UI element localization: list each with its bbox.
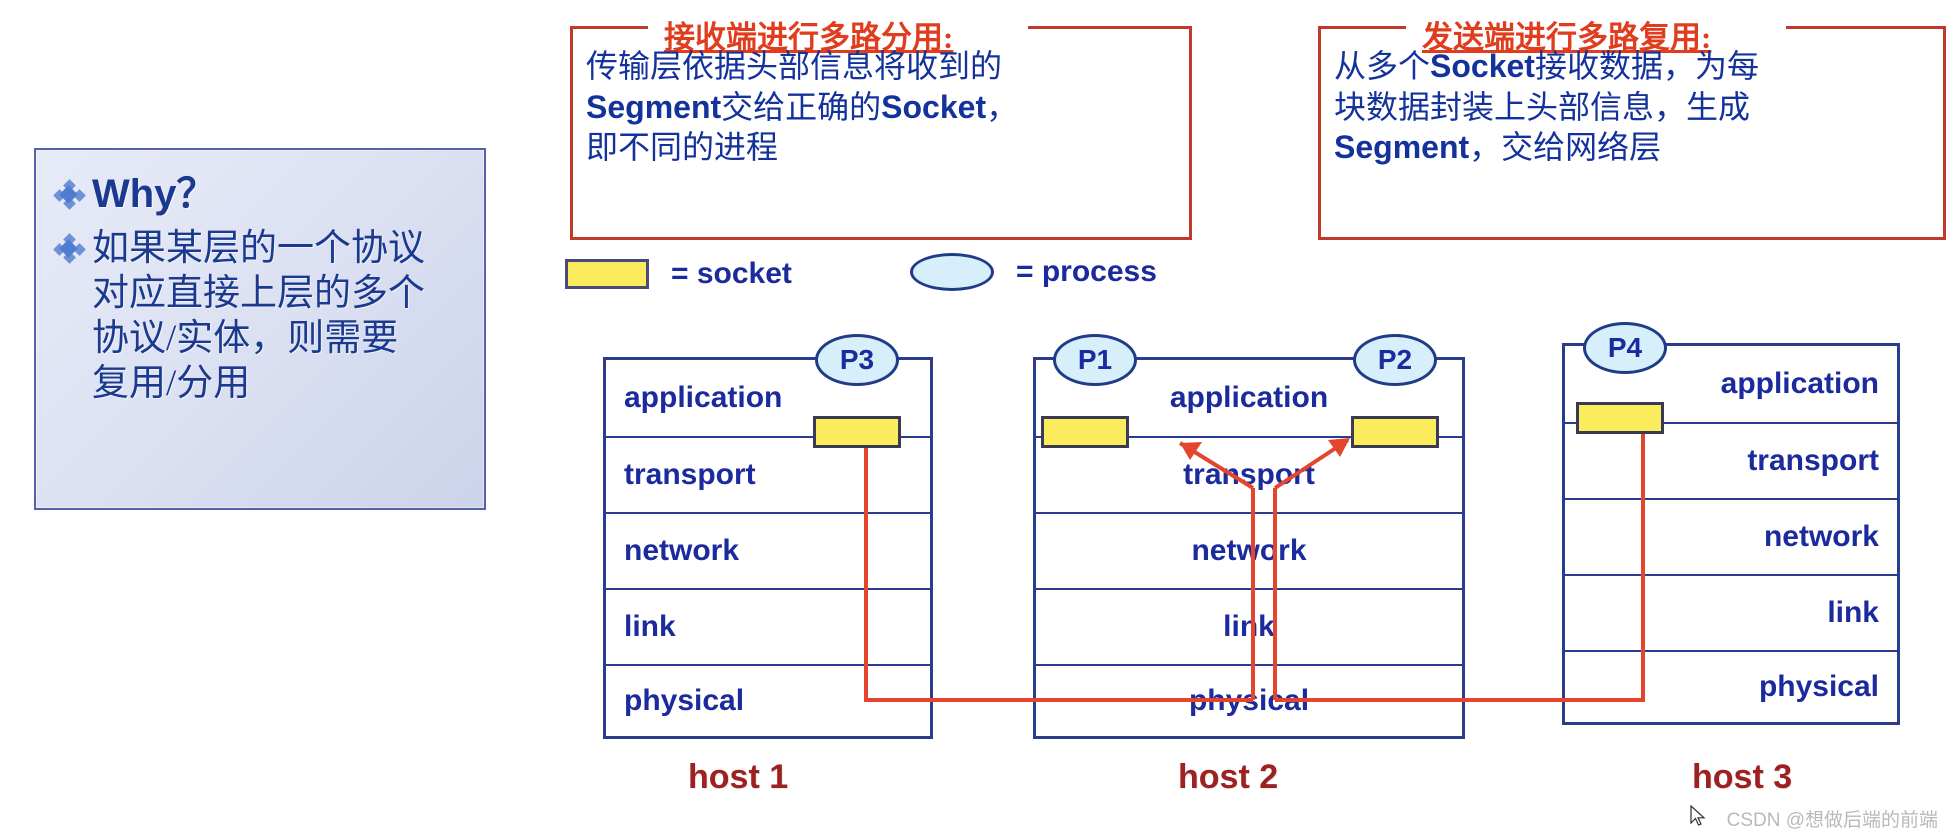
callout-line: Segment，交给网络层 [1334, 129, 1662, 166]
host-label-2: host 2 [1178, 758, 1279, 796]
legend: = socket = process [565, 253, 1205, 301]
watermark-text: CSDN @想做后端的前端 [1726, 810, 1938, 831]
process-bubble-p1: P1 [1053, 334, 1137, 386]
process-ellipse-icon [910, 253, 994, 291]
legend-item-socket: = socket [565, 257, 792, 291]
socket-box-host1 [813, 416, 901, 448]
layer-link: link [606, 590, 930, 666]
callout-line: 传输层依据头部信息将收到的 [586, 48, 1003, 84]
layer-physical: physical [1188, 684, 1310, 717]
diamond-bullet-icon [53, 233, 86, 264]
host-label-3: host 3 [1692, 758, 1793, 796]
callout-demultiplexing: 接收端进行多路分用: 传输层依据头部信息将收到的 Segment交给正确的Soc… [570, 12, 1192, 240]
layer-network: network [1036, 514, 1462, 590]
callout-body: 从多个Socket接收数据，为每 块数据封装上头部信息，生成 Segment，交… [1318, 12, 1946, 176]
socket-box-host3 [1576, 402, 1664, 434]
host-label-1: host 1 [688, 758, 789, 796]
host-stack-3: application transport network link physi… [1562, 343, 1900, 725]
callout-line: Segment交给正确的Socket， [586, 88, 1019, 125]
socket-box-host2-right [1351, 416, 1439, 448]
layer-link: link [1565, 576, 1897, 652]
callout-line: 即不同的进程 [586, 129, 779, 166]
legend-socket-label: = socket [671, 257, 792, 290]
process-bubble-p3: P3 [815, 334, 899, 386]
socket-box-host2-left [1041, 416, 1129, 448]
callout-line: 块数据封装上头部信息，生成 [1334, 88, 1751, 125]
why-title: Why？ [92, 172, 217, 216]
why-body-row: 如果某层的一个协议对应直接上层的多个协议/实体，则需要复用/分用 [53, 226, 474, 407]
mouse-cursor-icon [1690, 805, 1706, 826]
layer-network: network [1565, 500, 1897, 576]
callout-line: 从多个Socket接收数据，为每 [1334, 48, 1759, 84]
layer-physical: physical [624, 684, 745, 717]
host-stack-1: application transport network link physi… [603, 357, 933, 739]
callout-body: 传输层依据头部信息将收到的 Segment交给正确的Socket， 即不同的进程 [570, 12, 1192, 176]
process-bubble-p2: P2 [1353, 334, 1437, 386]
layer-transport: transport [606, 438, 930, 514]
layer-physical: physical [1758, 670, 1879, 703]
legend-process-label: = process [1016, 255, 1157, 288]
socket-rectangle-icon [565, 259, 649, 289]
process-bubble-p4: P4 [1583, 322, 1667, 374]
why-panel: Why？ 如果某层的一个协议对应直接上层的多个协议/实体，则需要复用/分用 [34, 148, 486, 510]
diamond-bullet-icon [53, 179, 86, 210]
layer-link: link [1036, 590, 1462, 666]
why-body-text: 如果某层的一个协议对应直接上层的多个协议/实体，则需要复用/分用 [92, 228, 425, 405]
callout-multiplexing: 发送端进行多路复用: 从多个Socket接收数据，为每 块数据封装上头部信息，生… [1318, 12, 1946, 240]
layer-transport: transport [1036, 438, 1462, 514]
why-title-row: Why？ [53, 172, 474, 216]
host-stack-2: application transport network link physi… [1033, 357, 1465, 739]
layer-network: network [606, 514, 930, 590]
legend-item-process: = process [910, 253, 1157, 291]
layer-transport: transport [1565, 424, 1897, 500]
